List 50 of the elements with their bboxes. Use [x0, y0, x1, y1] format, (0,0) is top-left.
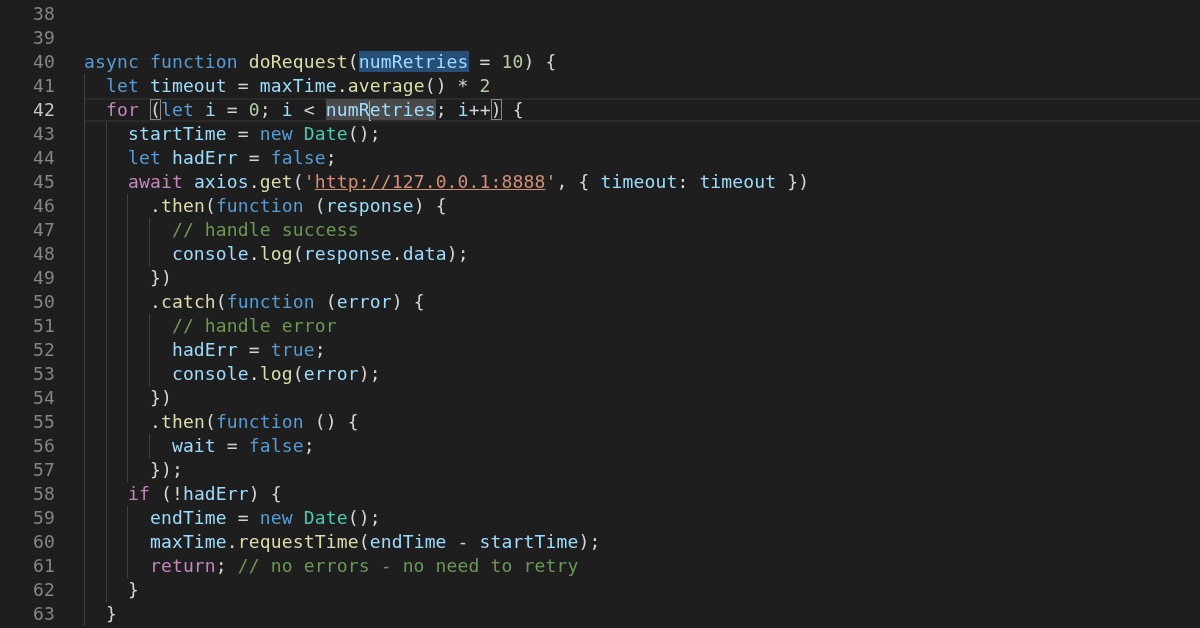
code-line: let hadErr = false; [126, 147, 337, 168]
line-number: 60 [32, 530, 55, 554]
code-line: if (!hadErr) { [126, 483, 282, 504]
line-number: 54 [32, 386, 55, 410]
code-line: maxTime.requestTime(endTime - startTime); [148, 531, 601, 552]
line-number: 48 [32, 242, 55, 266]
line-number: 61 [32, 554, 55, 578]
line-number: 53 [32, 362, 55, 386]
code-line: } [126, 579, 139, 600]
line-number: 41 [32, 74, 55, 98]
code-line: console.log(response.data); [170, 243, 469, 264]
line-number: 55 [32, 410, 55, 434]
line-number: 49 [32, 266, 55, 290]
code-line: async function doRequest(numRetries = 10) { [84, 51, 557, 72]
line-number: 40 [32, 50, 55, 74]
line-number: 62 [32, 578, 55, 602]
code-line: endTime = new Date(); [148, 507, 381, 528]
code-line: await axios.get('http://127.0.0.1:8888', { timeout: timeout }) [126, 171, 810, 192]
line-number: 59 [32, 506, 55, 530]
line-number: 44 [32, 146, 55, 170]
line-number: 43 [32, 122, 55, 146]
code-line: .then(function () { [148, 411, 359, 432]
code-line: let timeout = maxTime.average() * 2 [104, 75, 491, 96]
code-line: startTime = new Date(); [126, 123, 381, 144]
line-number: 50 [32, 290, 55, 314]
code-line: } [104, 603, 117, 624]
code-line: }) [148, 387, 172, 408]
line-number: 47 [32, 218, 55, 242]
code-line: // handle error [170, 315, 337, 336]
code-line: for (let i = 0; i < numRetries; i++) { [104, 99, 524, 120]
code-line: }); [148, 459, 183, 480]
line-number: 63 [32, 602, 55, 626]
line-number: 46 [32, 194, 55, 218]
line-number: 57 [32, 458, 55, 482]
line-number: 42 [32, 98, 55, 122]
code-line: hadErr = true; [170, 339, 326, 360]
line-number: 39 [32, 26, 55, 50]
line-number: 56 [32, 434, 55, 458]
code-line: }) [148, 267, 172, 288]
code-line: wait = false; [170, 435, 315, 456]
code-line: // handle success [170, 219, 359, 240]
line-number: 52 [32, 338, 55, 362]
line-number: 45 [32, 170, 55, 194]
line-number: 51 [32, 314, 55, 338]
code-line: .catch(function (error) { [148, 291, 425, 312]
code-line: return; // no errors - no need to retry [148, 555, 579, 576]
code-line: .then(function (response) { [148, 195, 447, 216]
line-number: 38 [32, 2, 55, 26]
code-line: console.log(error); [170, 363, 381, 384]
line-number: 58 [32, 482, 55, 506]
